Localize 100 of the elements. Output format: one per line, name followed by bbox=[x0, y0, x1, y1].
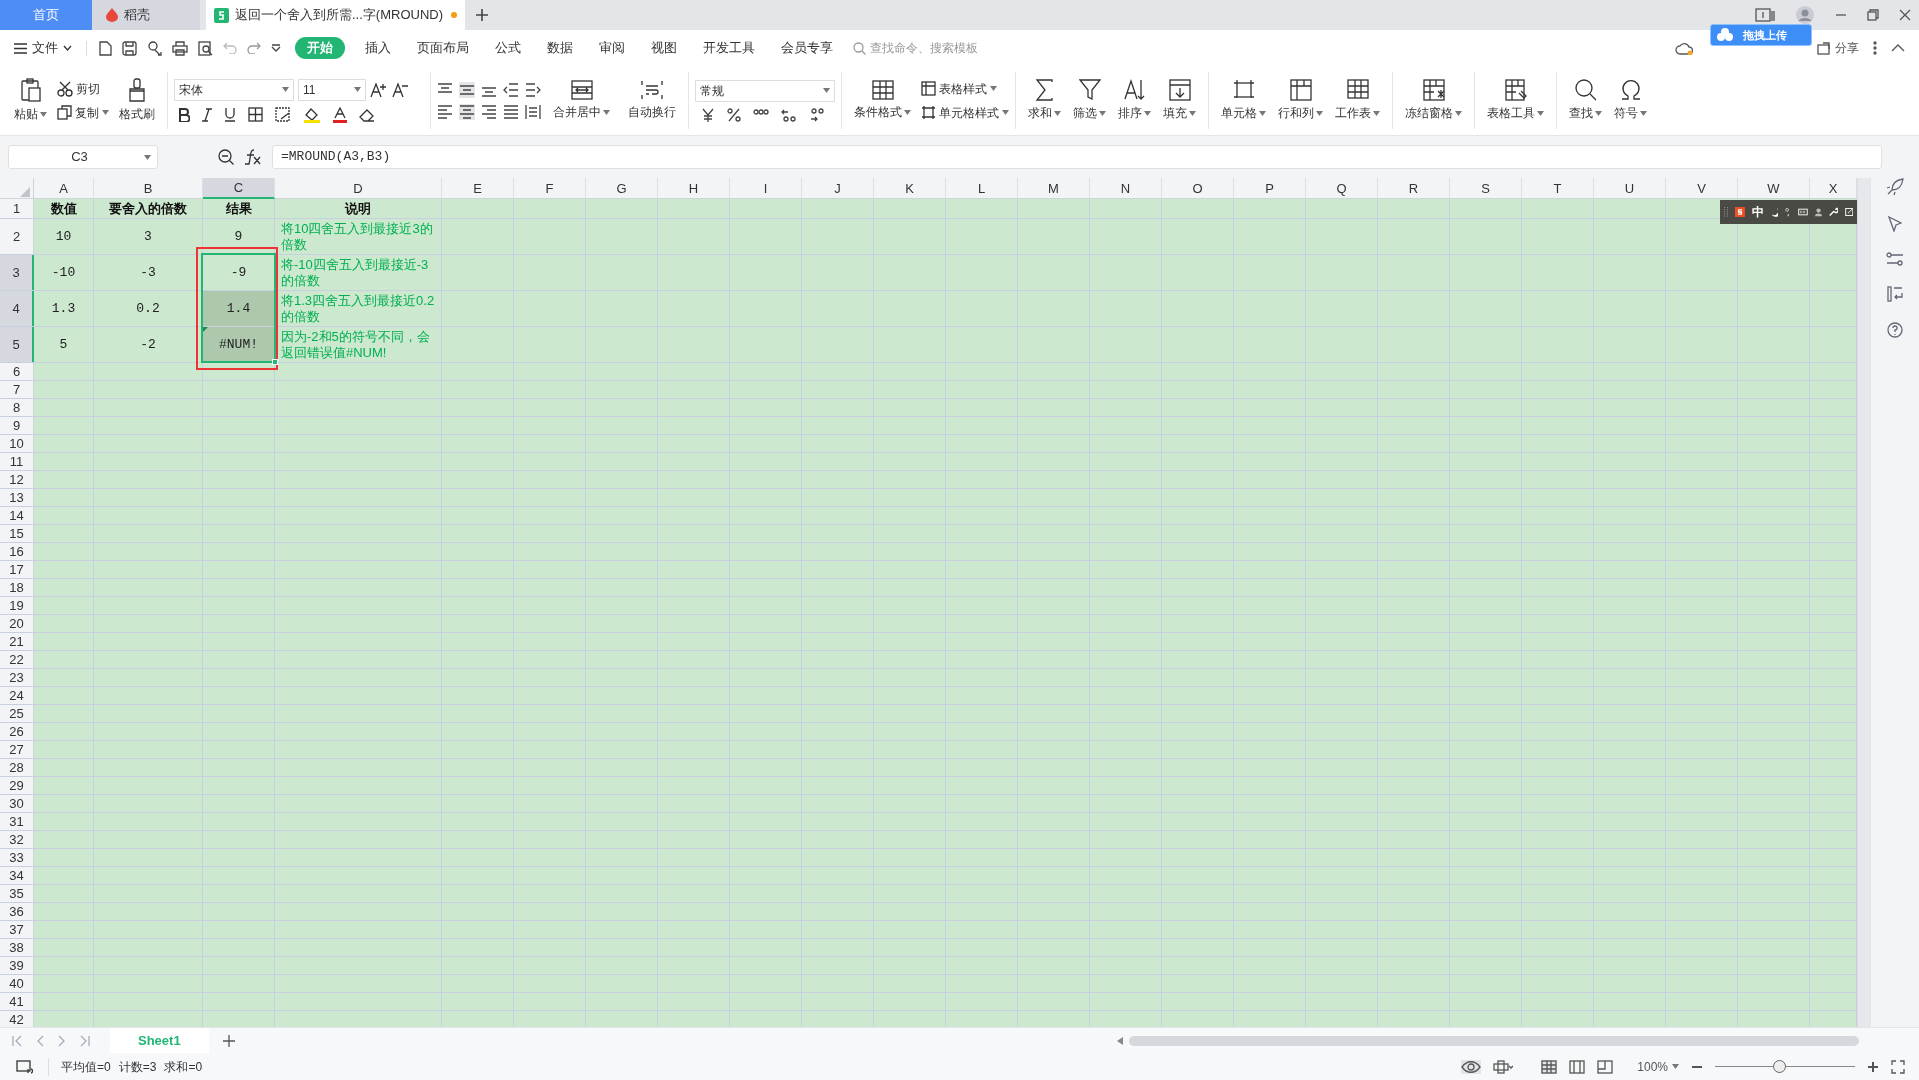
punctuation-icon[interactable] bbox=[1785, 206, 1791, 218]
column-header[interactable]: C bbox=[203, 178, 275, 199]
ime-logo-icon[interactable] bbox=[1735, 205, 1746, 219]
keyboard-icon[interactable] bbox=[1797, 207, 1808, 217]
row-header[interactable]: 12 bbox=[0, 471, 34, 488]
restore-icon[interactable] bbox=[1867, 9, 1879, 21]
row-header[interactable]: 3 bbox=[0, 255, 34, 290]
indent-increase-icon[interactable] bbox=[525, 81, 541, 98]
column-header[interactable]: M bbox=[1018, 178, 1090, 199]
menu-tab[interactable]: 视图 bbox=[639, 37, 689, 59]
print-icon[interactable] bbox=[172, 40, 188, 56]
column-header[interactable]: D bbox=[275, 178, 442, 199]
ribbon-button[interactable]: 复制 bbox=[57, 101, 109, 124]
fill-color-icon[interactable] bbox=[303, 106, 321, 123]
ribbon-button[interactable]: 格式刷 bbox=[113, 78, 161, 123]
row-header[interactable]: 37 bbox=[0, 921, 34, 938]
row-header[interactable]: 6 bbox=[0, 363, 34, 380]
new-tab-icon[interactable] bbox=[475, 8, 489, 22]
align-center-icon[interactable] bbox=[459, 103, 475, 120]
row-header[interactable]: 21 bbox=[0, 633, 34, 650]
column-header[interactable]: T bbox=[1522, 178, 1594, 199]
document-tab[interactable]: 稻壳 bbox=[92, 0, 200, 30]
save-icon[interactable] bbox=[122, 40, 137, 56]
avatar-icon[interactable] bbox=[1795, 5, 1815, 25]
bold-icon[interactable] bbox=[178, 107, 190, 122]
column-header[interactable]: H bbox=[658, 178, 730, 199]
menu-tab[interactable]: 开发工具 bbox=[691, 37, 767, 59]
normal-view-icon[interactable] bbox=[1541, 1059, 1558, 1074]
ribbon-button[interactable]: 查找 bbox=[1563, 66, 1608, 135]
collapse-icon[interactable] bbox=[1891, 44, 1905, 52]
column-header[interactable]: S bbox=[1450, 178, 1522, 199]
zoom-in-icon[interactable] bbox=[1867, 1060, 1879, 1073]
ribbon-button[interactable]: 行和列 bbox=[1272, 66, 1329, 135]
dropdown-icon[interactable] bbox=[271, 44, 281, 52]
ribbon-button[interactable]: 单元格样式 bbox=[921, 101, 1009, 124]
justify-icon[interactable] bbox=[503, 103, 519, 120]
row-header[interactable]: 7 bbox=[0, 381, 34, 398]
layout-icon[interactable] bbox=[1755, 8, 1775, 22]
row-header[interactable]: 22 bbox=[0, 651, 34, 668]
file-menu[interactable]: 文件 bbox=[14, 38, 72, 58]
column-header[interactable]: V bbox=[1666, 178, 1738, 199]
cell-fill-icon[interactable] bbox=[275, 107, 291, 122]
eraser-icon[interactable] bbox=[359, 107, 375, 122]
percent-icon[interactable] bbox=[727, 107, 741, 122]
row-header[interactable]: 32 bbox=[0, 831, 34, 848]
redo-icon[interactable] bbox=[247, 42, 261, 54]
ribbon-button[interactable]: 自动换行 bbox=[622, 80, 682, 121]
border-icon[interactable] bbox=[248, 107, 263, 122]
column-header[interactable]: G bbox=[586, 178, 658, 199]
function-icon[interactable] bbox=[244, 149, 262, 165]
row-header[interactable]: 15 bbox=[0, 525, 34, 542]
column-header[interactable]: P bbox=[1234, 178, 1306, 199]
row-header[interactable]: 4 bbox=[0, 291, 34, 326]
row-header[interactable]: 27 bbox=[0, 741, 34, 758]
increase-decimal-icon[interactable] bbox=[781, 107, 797, 122]
document-tab[interactable]: 返回一个舍入到所需...字(MROUND) bbox=[206, 0, 465, 30]
italic-icon[interactable] bbox=[202, 107, 212, 122]
wrench-icon[interactable] bbox=[1829, 206, 1838, 218]
column-header[interactable]: U bbox=[1594, 178, 1666, 199]
row-header[interactable]: 33 bbox=[0, 849, 34, 866]
row-header[interactable]: 41 bbox=[0, 993, 34, 1010]
row-header[interactable]: 20 bbox=[0, 615, 34, 632]
vertical-scrollbar[interactable] bbox=[1857, 178, 1870, 1027]
row-header[interactable]: 14 bbox=[0, 507, 34, 524]
font-size-field[interactable]: 11 bbox=[298, 78, 366, 101]
help-icon[interactable] bbox=[1887, 322, 1903, 338]
ribbon-button[interactable]: 填充 bbox=[1157, 66, 1202, 135]
row-header[interactable]: 40 bbox=[0, 975, 34, 992]
font-name-field[interactable]: 宋体 bbox=[174, 78, 294, 101]
ribbon-button[interactable]: 条件格式 bbox=[848, 80, 917, 121]
column-header[interactable]: O bbox=[1162, 178, 1234, 199]
row-header[interactable]: 25 bbox=[0, 705, 34, 722]
row-header[interactable]: 30 bbox=[0, 795, 34, 812]
currency-icon[interactable] bbox=[701, 107, 715, 122]
row-header[interactable]: 1 bbox=[0, 199, 34, 218]
fullscreen-icon[interactable] bbox=[1891, 1059, 1905, 1074]
font-color-icon[interactable] bbox=[333, 106, 347, 123]
more-icon[interactable] bbox=[1873, 41, 1877, 55]
ribbon-button[interactable]: 单元格 bbox=[1215, 66, 1272, 135]
row-header[interactable]: 24 bbox=[0, 687, 34, 704]
row-header[interactable]: 13 bbox=[0, 489, 34, 506]
new-file-icon[interactable] bbox=[99, 40, 112, 56]
number-format-field[interactable]: 常规 bbox=[695, 79, 835, 102]
add-sheet-icon[interactable] bbox=[222, 1034, 235, 1047]
export-icon[interactable] bbox=[147, 40, 162, 56]
row-header[interactable]: 38 bbox=[0, 939, 34, 956]
row-header[interactable]: 31 bbox=[0, 813, 34, 830]
sliders-icon[interactable] bbox=[1886, 252, 1904, 266]
scroll-left-icon[interactable] bbox=[1117, 1036, 1123, 1045]
column-header[interactable]: Q bbox=[1306, 178, 1378, 199]
close-icon[interactable] bbox=[1899, 9, 1911, 21]
ribbon-button[interactable]: 符号 bbox=[1608, 66, 1653, 135]
share-button[interactable]: 分享 bbox=[1817, 39, 1859, 57]
menu-tab[interactable]: 数据 bbox=[535, 37, 585, 59]
column-header[interactable]: E bbox=[442, 178, 514, 199]
ribbon-button[interactable]: 求和 bbox=[1022, 66, 1067, 135]
indent-decrease-icon[interactable] bbox=[503, 81, 519, 98]
pointer-icon[interactable] bbox=[1888, 216, 1902, 232]
ribbon-button[interactable]: 表格样式 bbox=[921, 77, 1009, 100]
rocket-icon[interactable] bbox=[1886, 178, 1904, 196]
